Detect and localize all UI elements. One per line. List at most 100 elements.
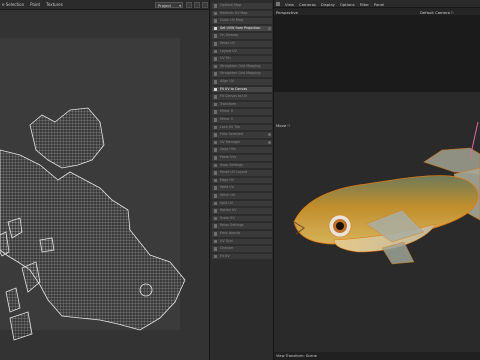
tool-item[interactable]: Weld UV [212, 185, 272, 191]
tool-item[interactable]: Paste UVs [212, 155, 272, 161]
tool-item[interactable]: Scale UV [212, 215, 272, 222]
tool-item[interactable]: Split UV [212, 200, 272, 207]
menu-view[interactable]: View [285, 2, 294, 7]
tool-label: Weld UV [220, 185, 234, 190]
tool-icon [213, 102, 218, 107]
tool-label: Realistic UV Map [220, 10, 248, 15]
tool-label: Scale UV [220, 215, 235, 220]
viewport-background-top [274, 15, 480, 92]
tool-item[interactable]: Straighten Grid Mapping [212, 71, 272, 77]
tool-label: Un-Unwrap [220, 33, 239, 38]
tool-item[interactable]: Relax UV [212, 41, 272, 47]
fish-model[interactable] [274, 92, 480, 352]
viewport-menu: View Cameras Display Options Filter Pane… [276, 2, 384, 7]
tool-item[interactable]: Fit UV to Canvas [212, 86, 272, 93]
tool-item[interactable]: Un-Unwrap [212, 33, 272, 39]
tool-icon [213, 239, 218, 244]
tool-item[interactable]: Rotate UV [212, 208, 272, 214]
tool-icon [213, 247, 218, 251]
tool-icon [213, 118, 218, 122]
tool-icon [213, 57, 218, 61]
tool-item[interactable]: Stitch UV [212, 193, 272, 199]
tool-icon [213, 178, 218, 183]
tool-item[interactable]: Mirror U [212, 109, 272, 115]
tool-label: Transform [220, 101, 237, 106]
uv-island-small-4 [5, 287, 21, 313]
tool-label: UV Pin [220, 56, 231, 61]
fish-pupil [336, 222, 344, 230]
menu-filter[interactable]: Filter [360, 2, 369, 7]
tool-label: Snap Settings [220, 162, 243, 167]
tool-item[interactable]: Fit Canvas to UV [212, 94, 272, 100]
tool-icon [213, 224, 218, 228]
tool-settings-icon[interactable] [267, 27, 271, 31]
tool-icon [213, 64, 218, 69]
tool-icon [213, 186, 218, 190]
tool-label: Paste UVs [220, 155, 237, 159]
tool-item[interactable]: Optimal Map [212, 3, 272, 9]
tool-settings-icon[interactable] [267, 141, 271, 145]
tool-icon [213, 232, 218, 236]
tool-item[interactable]: Snap Settings [212, 162, 272, 169]
tool-item[interactable]: Transform [212, 101, 272, 108]
tool-icon [213, 201, 218, 206]
tool-icon [213, 72, 218, 76]
tool-item[interactable]: Relax Settings [212, 223, 272, 229]
tool-icon [213, 110, 218, 114]
tool-item[interactable]: UV Grid [212, 238, 272, 245]
tool-icon [213, 49, 218, 54]
tool-icon [213, 42, 218, 46]
tool-icon [213, 80, 218, 84]
tool-item[interactable]: Fit UV [212, 253, 272, 260]
tool-item[interactable]: Layout UV [212, 48, 272, 55]
tool-label: Checker [220, 246, 234, 251]
tool-item[interactable]: Lock UV Tile [212, 124, 272, 131]
tool-label: Relax UV [220, 41, 235, 45]
tool-item[interactable]: Mirror V [212, 117, 272, 123]
tool-icon [213, 19, 218, 23]
tool-icon [213, 4, 218, 8]
tool-label: Edge UV [220, 177, 235, 182]
tool-settings-icon[interactable] [267, 133, 271, 137]
tool-label: Hide Selected [220, 132, 243, 137]
tool-icon [213, 156, 218, 160]
menu-display[interactable]: Display [321, 2, 335, 7]
uv-tools-panel: Optimal Map Realistic UV Map Cubic UV Map S… [209, 0, 274, 360]
tool-icon [213, 125, 218, 130]
tool-item[interactable]: UV Manager [212, 139, 272, 146]
viewport-title: Perspective [276, 9, 298, 15]
tool-item[interactable]: UV Pin [212, 56, 272, 62]
menu-panel[interactable]: Panel [374, 2, 384, 7]
tool-icon [213, 140, 218, 145]
tool-label: Set UVW from Projection [220, 25, 261, 30]
tool-icon [213, 171, 218, 175]
view-icon[interactable] [276, 2, 280, 7]
uv-island-body [0, 149, 186, 331]
tool-item[interactable]: Pack Islands [212, 231, 272, 237]
tool-icon [213, 209, 218, 213]
menu-cameras[interactable]: Cameras [299, 2, 316, 7]
tool-label: Split UV [220, 200, 234, 205]
tool-item[interactable]: Realistic UV Map [212, 10, 272, 17]
tool-label: Lock UV Tile [220, 124, 241, 129]
tool-label: UV Grid [220, 238, 233, 243]
uv-island-small-6 [39, 237, 55, 253]
tool-item[interactable]: Straighten Grid Mapping [212, 63, 272, 70]
camera-selector[interactable]: Default Camera ⁝⁝ [420, 10, 454, 15]
tool-label: Align UV [220, 79, 234, 83]
tool-icon [213, 34, 218, 38]
menu-options[interactable]: Options [340, 2, 355, 7]
tool-item[interactable]: Align UV [212, 79, 272, 85]
tool-item[interactable]: Set UVW from Projection [212, 25, 272, 32]
tool-item[interactable]: Copy UVs [212, 147, 272, 153]
tool-item[interactable]: Checker [212, 246, 272, 252]
tool-item[interactable]: Hide Selected [212, 132, 272, 138]
tool-item[interactable]: Reset UV Layout [212, 170, 272, 176]
tool-item[interactable]: Cubic UV Map [212, 18, 272, 24]
tool-icon [213, 254, 218, 259]
tool-icon [213, 216, 218, 221]
tool-label: Optimal Map [220, 3, 242, 7]
tool-item[interactable]: Edge UV [212, 177, 272, 184]
uv-islands[interactable] [0, 0, 209, 360]
tool-icon [213, 163, 218, 168]
